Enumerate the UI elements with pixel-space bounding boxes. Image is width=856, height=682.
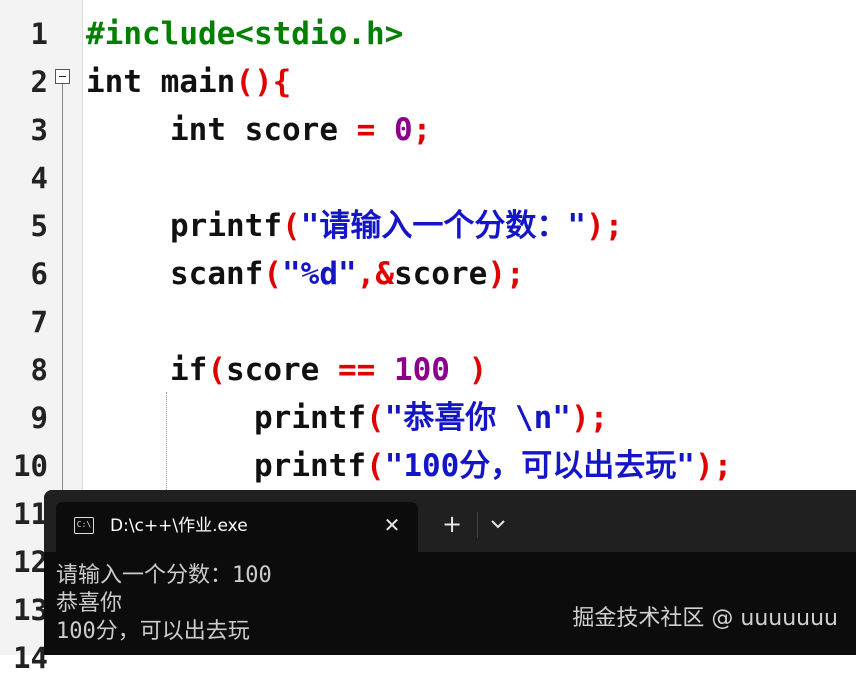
operator: ( [207, 352, 226, 388]
tab-dropdown-button[interactable] [486, 512, 510, 536]
operator: ); [585, 208, 624, 244]
line-number: 3 [30, 113, 48, 147]
line-number: 7 [30, 305, 48, 339]
code-line-2[interactable]: int main(){ [86, 58, 291, 106]
identifier: printf [254, 400, 366, 436]
line-number: 14 [13, 641, 48, 675]
operator: ); [570, 400, 609, 436]
chevron-down-icon [491, 520, 505, 529]
operator: == [337, 352, 394, 388]
line-number: 8 [30, 353, 48, 387]
code-line-3[interactable]: int score = 0; [170, 106, 431, 154]
line-number: 5 [30, 209, 48, 243]
console-tab-bar: C:\ D:\c++\作业.exe ✕ + [44, 490, 856, 552]
line-number: 13 [13, 593, 48, 627]
tab-divider [477, 512, 478, 538]
code-line-5[interactable]: printf("请输入一个分数："); [170, 202, 623, 250]
code-line-1[interactable]: #include<stdio.h> [86, 10, 403, 58]
console-tab[interactable]: C:\ D:\c++\作业.exe ✕ [56, 502, 418, 552]
identifier: main [142, 64, 236, 100]
close-tab-button[interactable]: ✕ [380, 512, 404, 538]
terminal-icon: C:\ [74, 517, 94, 534]
keyword: int [86, 64, 142, 100]
console-output-line: 请输入一个分数：100 [56, 563, 272, 588]
identifier: score [226, 352, 338, 388]
code-line-6[interactable]: scanf("%d",&score); [170, 250, 525, 298]
keyword: if [170, 352, 208, 388]
identifier: score [226, 112, 357, 148]
line-number: 12 [13, 545, 48, 579]
line-number: 6 [30, 257, 48, 291]
line-number: 11 [13, 497, 48, 531]
string-literal: "恭喜你 \n" [384, 400, 571, 436]
code-line-10[interactable]: printf("100分，可以出去玩"); [254, 442, 732, 490]
line-number: 4 [30, 161, 48, 195]
console-output[interactable]: 请输入一个分数：100 恭喜你 100分，可以出去玩 [56, 562, 272, 646]
preprocessor-directive: #include<stdio.h> [86, 16, 404, 52]
watermark: 掘金技术社区 @ uuuuuuu [572, 606, 838, 631]
new-tab-button[interactable]: + [440, 512, 464, 536]
identifier: printf [170, 208, 282, 244]
string-literal: "100分，可以出去玩" [384, 448, 695, 484]
operator: ( [365, 400, 385, 436]
operator: (){ [235, 64, 292, 100]
number-literal: 0 [393, 112, 413, 148]
indent-guide [166, 392, 167, 492]
operator: ; [412, 112, 432, 148]
console-output-line: 恭喜你 [56, 591, 123, 616]
identifier: printf [254, 448, 366, 484]
line-number: 9 [30, 401, 48, 435]
identifier: score [393, 256, 488, 292]
identifier: scanf [170, 256, 264, 292]
operator: ,& [356, 256, 394, 292]
console-tab-title: D:\c++\作业.exe [110, 516, 248, 536]
operator: ( [281, 208, 301, 244]
code-line-8[interactable]: if(score == 100 ) [170, 346, 487, 394]
operator: = [356, 112, 394, 148]
operator: ( [263, 256, 282, 292]
keyword: int [170, 112, 226, 148]
operator: ) [449, 352, 488, 388]
operator: ); [694, 448, 733, 484]
fold-toggle-icon[interactable] [55, 69, 70, 84]
code-line-9[interactable]: printf("恭喜你 \n"); [254, 394, 608, 442]
string-literal: "请输入一个分数：" [300, 208, 586, 244]
line-number: 1 [30, 17, 48, 51]
console-window[interactable]: C:\ D:\c++\作业.exe ✕ + 请输入一个分数：100 恭喜你 100分… [44, 490, 856, 655]
console-output-line: 100分，可以出去玩 [56, 619, 250, 644]
line-number: 10 [13, 449, 48, 483]
operator: ); [487, 256, 525, 292]
operator: ( [365, 448, 385, 484]
line-number: 2 [30, 65, 48, 99]
string-literal: "%d" [282, 256, 357, 292]
number-literal: 100 [393, 352, 450, 388]
